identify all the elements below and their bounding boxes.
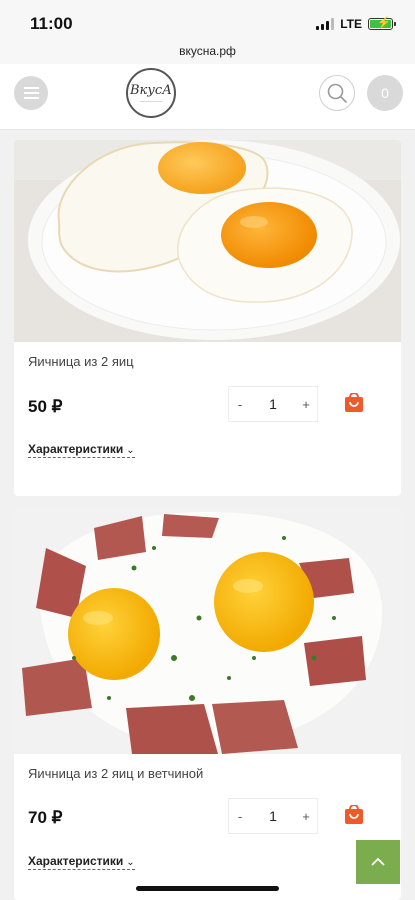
- status-indicators: LTE ⚡: [316, 17, 396, 31]
- network-label: LTE: [340, 17, 362, 31]
- search-button[interactable]: [319, 75, 355, 111]
- cart-add-icon[interactable]: [344, 393, 364, 413]
- decrement-button[interactable]: -: [229, 397, 251, 412]
- product-image[interactable]: [14, 140, 401, 342]
- chevron-down-icon: ⌄: [126, 857, 135, 868]
- characteristics-label: Характеристики: [28, 854, 124, 868]
- product-image[interactable]: [14, 508, 401, 754]
- increment-button[interactable]: +: [295, 397, 317, 412]
- increment-button[interactable]: +: [295, 809, 317, 824]
- cart-add-icon[interactable]: [344, 805, 364, 825]
- quantity-value[interactable]: 1: [251, 396, 295, 412]
- characteristics-toggle[interactable]: Характеристики ⌄: [28, 854, 135, 870]
- status-bar: 11:00 LTE ⚡: [0, 0, 415, 42]
- logo-text: ВкусА: [130, 82, 172, 98]
- quantity-value[interactable]: 1: [251, 808, 295, 824]
- chevron-down-icon: ⌄: [126, 445, 135, 456]
- product-card: Яичница из 2 яиц 50 ₽ - 1 + Характеристи…: [14, 140, 401, 496]
- signal-icon: [316, 18, 335, 30]
- product-price: 50 ₽: [28, 397, 63, 416]
- menu-button[interactable]: [14, 76, 48, 110]
- site-header: ВкусА ──────── 0: [0, 64, 415, 130]
- product-card: Яичница из 2 яиц и ветчиной 70 ₽ - 1 + Х…: [14, 508, 401, 900]
- product-name[interactable]: Яичница из 2 яиц: [28, 354, 134, 369]
- status-time: 11:00: [30, 14, 73, 33]
- site-logo[interactable]: ВкусА ────────: [126, 68, 176, 118]
- product-price: 70 ₽: [28, 808, 63, 827]
- characteristics-toggle[interactable]: Характеристики ⌄: [28, 442, 135, 458]
- scroll-to-top-button[interactable]: [356, 840, 400, 884]
- menu-icon: [23, 87, 39, 89]
- quantity-stepper: - 1 +: [228, 386, 318, 422]
- characteristics-label: Характеристики: [28, 442, 124, 456]
- address-bar[interactable]: вкусна.рф: [0, 42, 415, 64]
- product-name[interactable]: Яичница из 2 яиц и ветчиной: [28, 766, 203, 781]
- decrement-button[interactable]: -: [229, 809, 251, 824]
- home-indicator[interactable]: [136, 886, 279, 891]
- search-icon: [327, 83, 347, 103]
- quantity-stepper: - 1 +: [228, 798, 318, 834]
- chevron-up-icon: [371, 857, 385, 866]
- logo-subtitle-graphic: ────────: [139, 98, 163, 104]
- battery-icon: ⚡: [368, 17, 396, 30]
- cart-button[interactable]: 0: [367, 75, 403, 111]
